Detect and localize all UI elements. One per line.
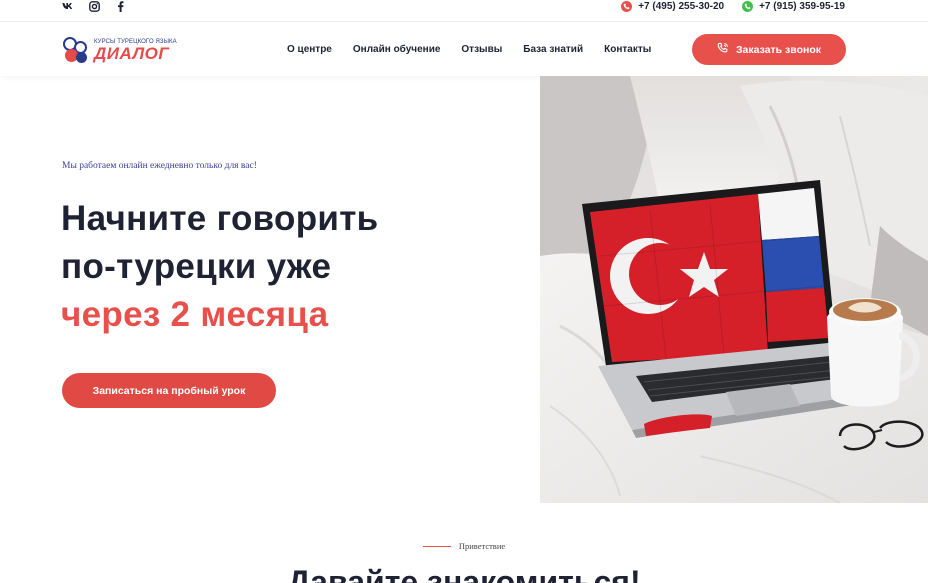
phone-list: +7 (495) 255-30-20 +7 (915) 359-95-19 (621, 0, 845, 12)
trial-lesson-button[interactable]: Записаться на пробный урок (62, 373, 276, 408)
hero-title-accent: через 2 месяца (61, 295, 329, 334)
main-nav: О центре Онлайн обучение Отзывы База зна… (287, 22, 651, 76)
divider (422, 545, 451, 547)
greeting-title: Давайте знакомиться! (287, 564, 641, 583)
greeting-label-row: Приветствие (0, 541, 928, 551)
phone-number: +7 (915) 359-95-19 (759, 0, 845, 12)
hero-title: Начните говорить по-турецки уже через 2 … (61, 195, 378, 339)
logo-title: ДИАЛОГ (94, 43, 170, 63)
hero-image (540, 76, 928, 503)
nav-item-contacts[interactable]: Контакты (604, 44, 651, 55)
phone-ringing-icon (717, 42, 729, 57)
site-header: КУРСЫ ТУРЕЦКОГО ЯЗЫКА ДИАЛОГ О центре Он… (0, 22, 928, 76)
hero-title-line-1: Начните говорить (61, 199, 379, 238)
nav-item-reviews[interactable]: Отзывы (461, 44, 502, 55)
social-links (62, 0, 126, 12)
greeting-label: Приветствие (458, 541, 506, 551)
phone-icon (621, 0, 633, 12)
order-call-button[interactable]: Заказать звонок (692, 34, 846, 65)
nav-item-about[interactable]: О центре (287, 44, 332, 55)
phone-number: +7 (495) 255-30-20 (638, 0, 725, 12)
top-bar: +7 (495) 255-30-20 +7 (915) 359-95-19 (0, 0, 928, 22)
phone-main[interactable]: +7 (495) 255-30-20 (621, 0, 725, 12)
instagram-icon[interactable] (88, 0, 100, 12)
nav-item-knowledge[interactable]: База знатий (523, 44, 583, 55)
phone-whatsapp[interactable]: +7 (915) 359-95-19 (742, 0, 845, 12)
whatsapp-icon (742, 0, 754, 12)
vk-icon[interactable] (62, 0, 74, 12)
hero-title-line-2: по-турецки уже (61, 247, 332, 286)
logo[interactable]: КУРСЫ ТУРЕЦКОГО ЯЗЫКА ДИАЛОГ (63, 36, 178, 64)
order-call-label: Заказать звонок (735, 43, 822, 56)
nav-item-online[interactable]: Онлайн обучение (353, 44, 441, 55)
hero-tagline: Мы работаем онлайн ежедневно только для … (62, 161, 257, 171)
logo-mark-icon (63, 37, 91, 63)
facebook-icon[interactable] (114, 0, 126, 12)
